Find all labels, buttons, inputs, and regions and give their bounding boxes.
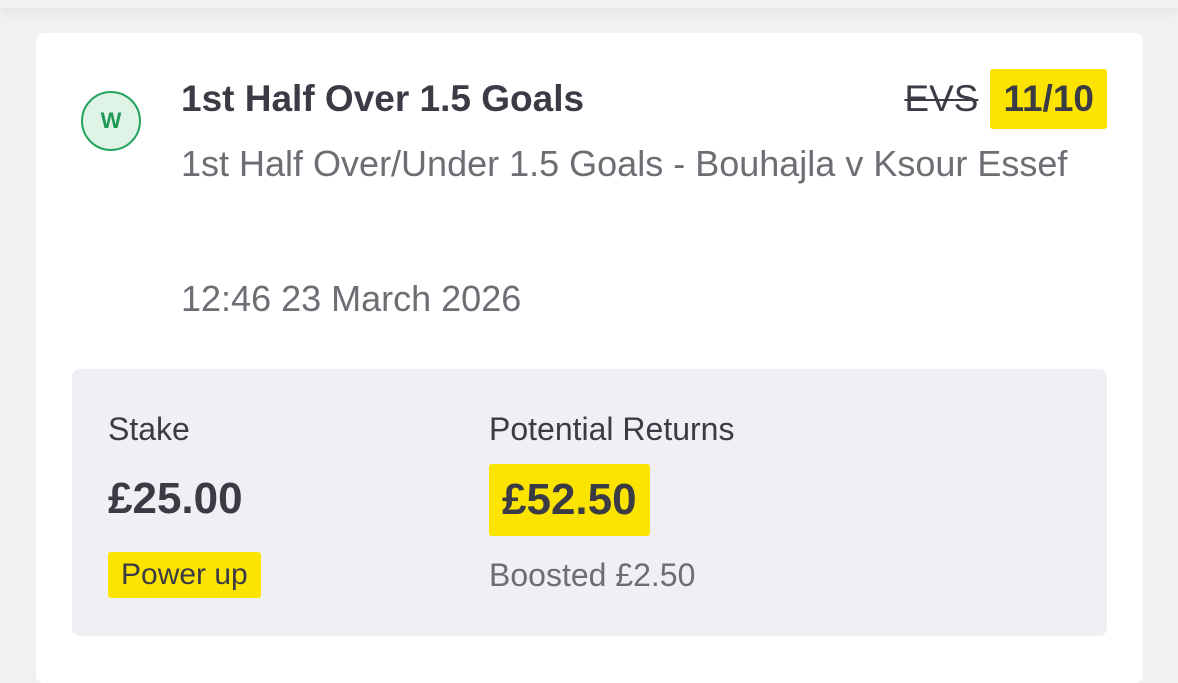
boosted-odds: 11/10 (990, 69, 1107, 129)
market-description: 1st Half Over/Under 1.5 Goals - Bouhajla… (181, 143, 1068, 184)
selection-title: 1st Half Over 1.5 Goals (181, 78, 585, 119)
win-status-badge: W (81, 91, 141, 151)
power-up-badge: Power up (108, 552, 261, 598)
stake-returns-panel: Stake £25.00 Power up Potential Returns … (72, 369, 1107, 636)
odds-group: EVS 11/10 (904, 69, 1107, 129)
stake-label: Stake (108, 411, 190, 447)
boosted-amount-text: Boosted £2.50 (489, 557, 696, 593)
event-datetime: 12:46 23 March 2026 (181, 278, 522, 319)
stake-value: £25.00 (108, 474, 243, 523)
original-odds: EVS (904, 78, 979, 119)
header-shadow-bar (0, 0, 1178, 8)
potential-returns-value: £52.50 (489, 464, 650, 536)
potential-returns-label: Potential Returns (489, 411, 735, 447)
bet-card: W 1st Half Over 1.5 Goals EVS 11/10 1st … (36, 33, 1143, 683)
